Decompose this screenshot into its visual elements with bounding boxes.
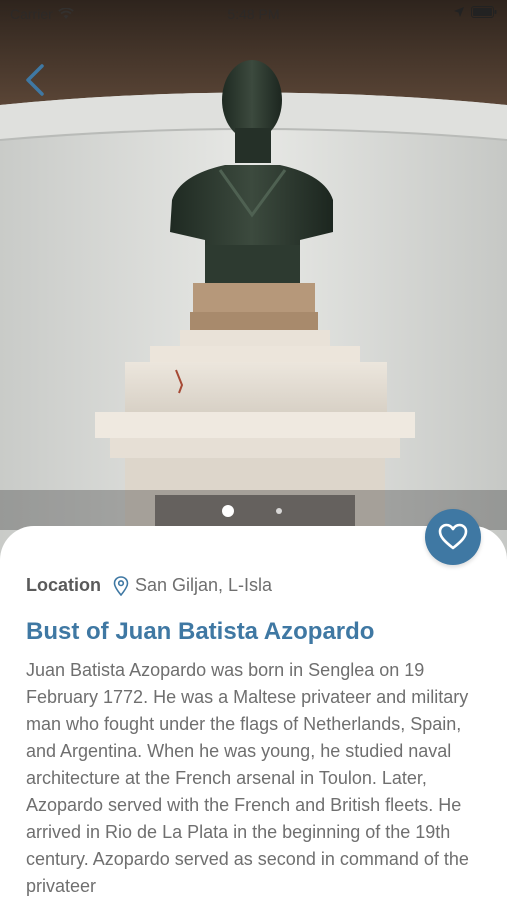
location-value: San Giljan, L-Isla bbox=[135, 575, 273, 595]
monument-description: Juan Batista Azopardo was born in Sengle… bbox=[26, 660, 469, 896]
carousel-dot-active[interactable] bbox=[222, 505, 234, 517]
location-arrow-icon bbox=[454, 7, 464, 17]
status-right bbox=[453, 6, 497, 18]
location-row: Location San Giljan, L-Isla bbox=[26, 575, 272, 596]
back-button[interactable] bbox=[20, 62, 50, 98]
hero-photo bbox=[0, 0, 507, 560]
status-bar: Carrier 5:48 PM bbox=[0, 0, 507, 28]
heart-icon bbox=[438, 523, 468, 550]
chevron-left-icon bbox=[26, 64, 44, 96]
carousel-dot[interactable] bbox=[276, 508, 282, 514]
bust-photo bbox=[0, 0, 507, 560]
map-pin-icon bbox=[113, 575, 129, 596]
monument-title: Bust of Juan Batista Azopardo bbox=[26, 618, 375, 645]
favorite-button[interactable] bbox=[425, 509, 481, 565]
battery-icon bbox=[471, 6, 497, 18]
status-time: 5:48 PM bbox=[227, 6, 280, 22]
location-label: Location bbox=[26, 575, 101, 595]
